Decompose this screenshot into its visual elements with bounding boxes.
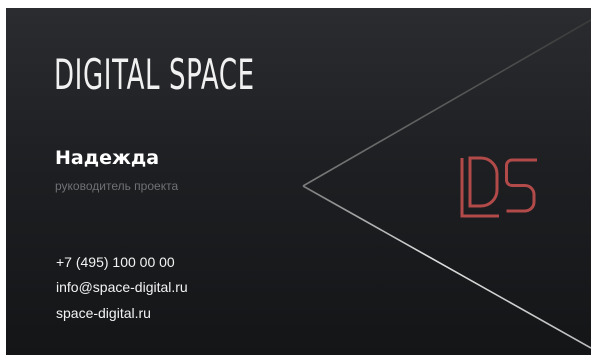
decor-line-upper: [302, 19, 591, 187]
email-address[interactable]: info@space-digital.ru: [56, 279, 188, 295]
ds-logo: [460, 156, 537, 218]
decor-line-lower: [302, 185, 591, 349]
phone-number[interactable]: +7 (495) 100 00 00: [56, 254, 175, 270]
person-name: Надежда: [55, 147, 160, 169]
company-name: DIGITAL SPACE: [54, 50, 255, 99]
website-link[interactable]: space-digital.ru: [56, 305, 151, 321]
business-card: DIGITAL SPACE Надежда руководитель проек…: [6, 8, 591, 355]
job-title: руководитель проекта: [55, 179, 179, 193]
